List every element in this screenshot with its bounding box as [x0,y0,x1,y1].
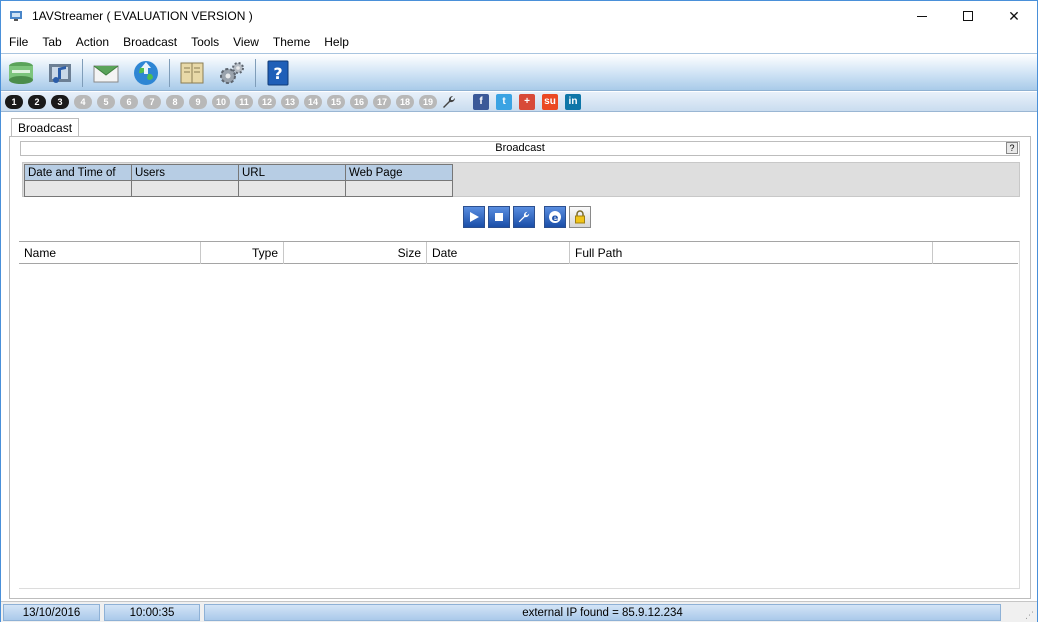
gears-icon[interactable] [217,58,247,88]
broadcast-title: Broadcast [495,142,545,154]
close-button[interactable]: ✕ [991,1,1037,31]
help-book-icon[interactable]: ? [263,58,293,88]
tab-1[interactable]: 1 [5,95,23,109]
linkedin-icon[interactable]: in [565,94,581,110]
lock-button[interactable] [569,206,591,228]
file-list-header: Name Type Size Date Full Path [19,242,1018,264]
twitter-icon[interactable]: t [496,94,512,110]
play-icon [470,212,479,222]
menu-action[interactable]: Action [69,32,116,52]
menu-bar: File Tab Action Broadcast Tools View The… [1,31,1037,52]
settings-button[interactable] [513,206,535,228]
mail-icon[interactable] [91,58,121,88]
window-title: 1AVStreamer ( EVALUATION VERSION ) [32,9,253,23]
tab-5[interactable]: 5 [97,95,115,109]
file-list: Name Type Size Date Full Path [19,241,1020,589]
tab-12[interactable]: 12 [258,95,276,109]
wrench-icon [518,211,530,223]
status-time: 10:00:35 [104,604,200,621]
broadcast-list: Date and Time of Users URL Web Page [22,162,1020,197]
help-button[interactable]: ? [1006,142,1018,154]
menu-view[interactable]: View [226,32,266,52]
svg-text:?: ? [273,64,282,83]
tab-18[interactable]: 18 [396,95,414,109]
broadcast-controls: e [463,206,591,228]
app-icon [10,11,22,21]
column-type[interactable]: Type [201,242,284,264]
column-header[interactable]: Web Page [345,164,453,181]
tab-10[interactable]: 10 [212,95,230,109]
menu-tab[interactable]: Tab [35,32,68,52]
app-window: 1AVStreamer ( EVALUATION VERSION ) ✕ Fil… [0,0,1038,622]
menu-file[interactable]: File [2,32,35,52]
facebook-icon[interactable]: f [473,94,489,110]
tab-2[interactable]: 2 [28,95,46,109]
tab-6[interactable]: 6 [120,95,138,109]
column-size[interactable]: Size [284,242,427,264]
maximize-button[interactable] [945,1,991,31]
tab-3[interactable]: 3 [51,95,69,109]
stop-button[interactable] [488,206,510,228]
status-date: 13/10/2016 [3,604,100,621]
menu-tools[interactable]: Tools [184,32,226,52]
menu-broadcast[interactable]: Broadcast [116,32,184,52]
status-message: external IP found = 85.9.12.234 [204,604,1001,621]
wrench-icon[interactable] [441,94,457,110]
tab-14[interactable]: 14 [304,95,322,109]
main-toolbar: ? [1,53,1037,91]
tab-11[interactable]: 11 [235,95,253,109]
table-cell[interactable] [24,180,132,197]
book-icon[interactable] [177,58,207,88]
tab-13[interactable]: 13 [281,95,299,109]
google-plus-icon[interactable]: + [519,94,535,110]
browser-icon: e [549,211,561,224]
menu-help[interactable]: Help [317,32,356,52]
column-header[interactable]: URL [238,164,346,181]
tab-7[interactable]: 7 [143,95,161,109]
column-name[interactable]: Name [19,242,201,264]
open-browser-button[interactable]: e [544,206,566,228]
title-bar: 1AVStreamer ( EVALUATION VERSION ) ✕ [1,1,1037,31]
lock-icon [575,210,585,224]
storage-icon[interactable] [6,58,36,88]
tab-17[interactable]: 17 [373,95,391,109]
media-icon[interactable] [45,58,75,88]
tab-8[interactable]: 8 [166,95,184,109]
svg-text:e: e [552,213,559,224]
globe-icon[interactable] [131,58,161,88]
play-button[interactable] [463,206,485,228]
broadcast-panel: Broadcast ? Date and Time of Users URL W… [9,136,1031,599]
column-header[interactable]: Users [131,164,239,181]
stumbleupon-icon[interactable]: su [542,94,558,110]
tab-16[interactable]: 16 [350,95,368,109]
tab-19[interactable]: 19 [419,95,437,109]
tab-9[interactable]: 9 [189,95,207,109]
tab-strip: 1 2 3 4 5 6 7 8 9 10 11 12 13 14 15 16 17 18 19 f t + su in [1,92,1037,112]
column-full-path[interactable]: Full Path [570,242,933,264]
broadcast-table: Date and Time of Users URL Web Page [24,164,453,197]
tab-4[interactable]: 4 [74,95,92,109]
column-header[interactable]: Date and Time of [24,164,132,181]
stop-icon [495,213,503,221]
tab-broadcast[interactable]: Broadcast [11,118,80,137]
table-cell[interactable] [131,180,239,197]
tab-15[interactable]: 15 [327,95,345,109]
menu-theme[interactable]: Theme [266,32,317,52]
broadcast-header: Broadcast ? [20,141,1020,156]
status-bar: 13/10/2016 10:00:35 external IP found = … [1,601,1037,622]
minimize-button[interactable] [899,1,945,31]
table-cell[interactable] [238,180,346,197]
column-date[interactable]: Date [427,242,570,264]
table-cell[interactable] [345,180,453,197]
resize-grip-icon[interactable]: ⋰ [1025,610,1035,620]
